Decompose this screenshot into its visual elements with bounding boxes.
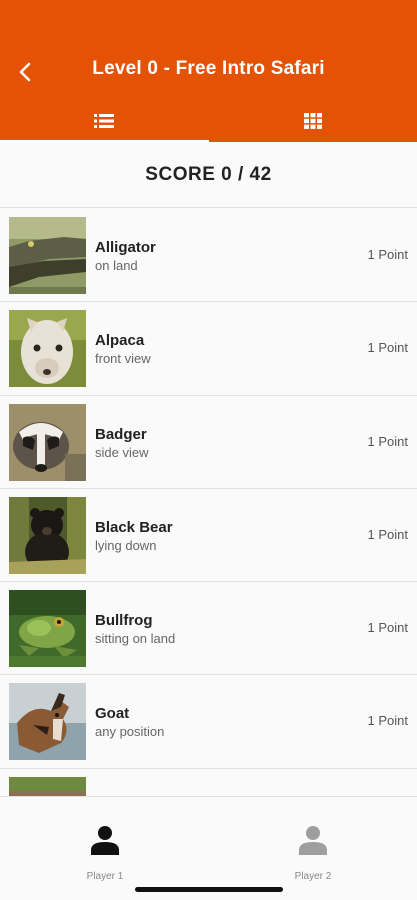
list-item-black-bear[interactable]: Black Bear lying down 1 Point bbox=[0, 488, 417, 583]
person-icon bbox=[299, 826, 327, 855]
animal-list: Alligator on land 1 Point Alpaca front v… bbox=[0, 209, 417, 796]
score-display: SCORE 0 / 42 bbox=[0, 142, 417, 208]
list-icon bbox=[94, 114, 114, 128]
animal-name: Black Bear bbox=[95, 518, 173, 536]
nav-label: Player 1 bbox=[86, 871, 124, 882]
animal-name: Bullfrog bbox=[95, 612, 153, 630]
home-indicator bbox=[135, 887, 283, 892]
list-item-badger[interactable]: Badger side view 1 Point bbox=[0, 395, 417, 489]
animal-name: Alpaca bbox=[95, 332, 145, 350]
tab-list-view[interactable] bbox=[0, 100, 209, 142]
bottom-navigation: Player 1 Player 2 bbox=[0, 796, 417, 900]
list-item-bullfrog[interactable]: Bullfrog sitting on land 1 Point bbox=[0, 582, 417, 676]
nav-label: Player 2 bbox=[294, 871, 332, 882]
animal-photo bbox=[9, 776, 86, 796]
animal-name: Badger bbox=[95, 425, 147, 443]
person-icon bbox=[91, 826, 119, 855]
page-title: Level 0 - Free Intro Safari bbox=[92, 58, 325, 79]
tab-grid-view[interactable] bbox=[209, 100, 417, 142]
alpaca-photo bbox=[9, 310, 86, 388]
animal-points: 1 Point bbox=[367, 620, 408, 636]
grid-icon bbox=[304, 113, 322, 129]
animal-description: on land bbox=[95, 258, 138, 273]
animal-description: any position bbox=[95, 724, 165, 740]
list-item-alpaca[interactable]: Alpaca front view 1 Point bbox=[0, 302, 417, 396]
animal-name: Goat bbox=[95, 705, 130, 723]
nav-player-2[interactable]: Player 2 bbox=[263, 825, 363, 885]
list-item-partial[interactable] bbox=[0, 768, 417, 796]
animal-description: front view bbox=[95, 351, 151, 367]
animal-points: 1 Point bbox=[367, 340, 408, 356]
animal-points: 1 Point bbox=[367, 713, 408, 729]
animal-name: Alligator bbox=[95, 239, 156, 256]
animal-points: 1 Point bbox=[367, 247, 408, 262]
badger-photo bbox=[9, 403, 86, 481]
animal-points: 1 Point bbox=[367, 526, 408, 542]
alligator-photo bbox=[9, 217, 86, 294]
app-bar: Level 0 - Free Intro Safari bbox=[0, 0, 417, 142]
animal-description: sitting on land bbox=[95, 631, 176, 647]
goat-photo bbox=[9, 683, 86, 761]
animal-points: 1 Point bbox=[367, 433, 408, 449]
nav-player-1[interactable]: Player 1 bbox=[55, 825, 155, 885]
black-bear-photo bbox=[9, 496, 86, 574]
list-item-alligator[interactable]: Alligator on land 1 Point bbox=[0, 209, 417, 303]
animal-description: lying down bbox=[95, 537, 157, 553]
list-item-goat[interactable]: Goat any position 1 Point bbox=[0, 675, 417, 769]
bullfrog-photo bbox=[9, 590, 86, 668]
animal-description: side view bbox=[95, 444, 149, 460]
